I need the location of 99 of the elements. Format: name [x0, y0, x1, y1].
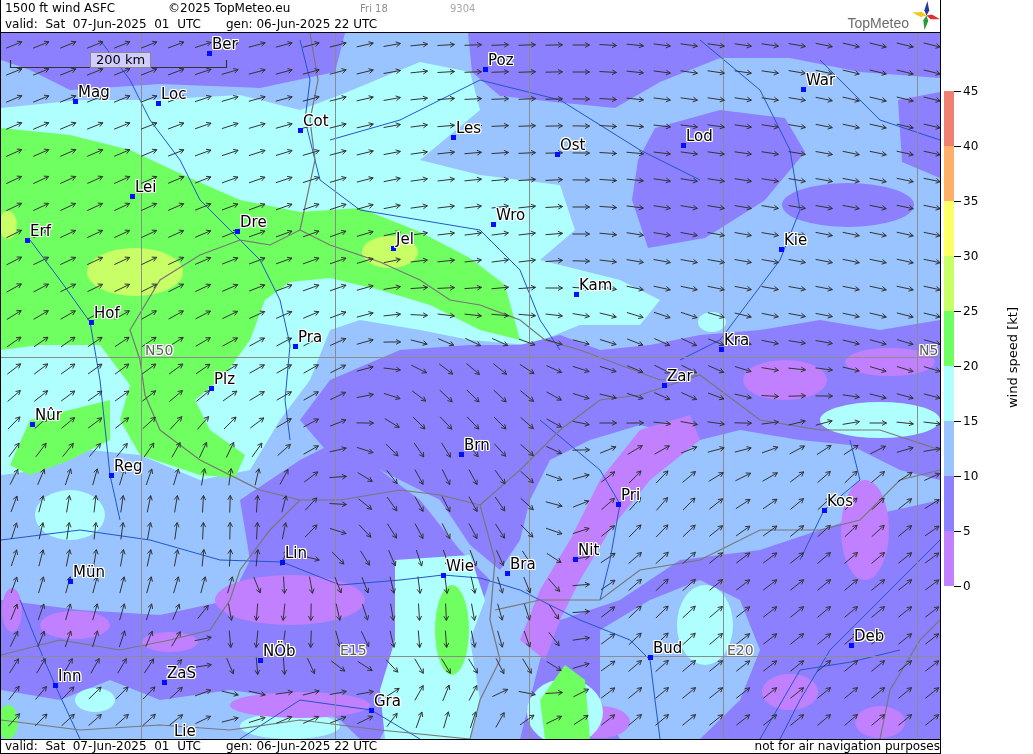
- city-marker-icon: [369, 708, 374, 713]
- city-label: Nit: [578, 544, 600, 557]
- city-marker-icon: [491, 222, 496, 227]
- tick-label: 45: [963, 84, 979, 98]
- valid-time-text: valid: Sat 07-Jun-2025 01 UTC: [5, 740, 202, 753]
- city-label: Lei: [135, 181, 157, 194]
- city-marker-icon: [235, 229, 240, 234]
- city-marker-icon: [451, 135, 456, 140]
- scale-label: 200 km: [90, 52, 152, 68]
- tick-label: 40: [963, 139, 979, 153]
- tick-label: 10: [963, 469, 979, 483]
- city-label: Kie: [784, 234, 808, 247]
- city-label: Reg: [114, 460, 143, 473]
- city-label: Kos: [827, 495, 854, 508]
- grid-label: N5: [919, 344, 939, 357]
- city-marker-icon: [779, 247, 784, 252]
- city-label: Les: [456, 122, 482, 135]
- city-marker-icon: [156, 101, 161, 106]
- city-label: Ost: [560, 139, 586, 152]
- tick-label: 15: [963, 414, 979, 428]
- city-label: Mag: [78, 86, 110, 99]
- city-marker-icon: [293, 344, 298, 349]
- city-marker-icon: [505, 571, 510, 576]
- city-marker-icon: [822, 508, 827, 513]
- city-marker-icon: [441, 573, 446, 578]
- city-marker-icon: [298, 128, 303, 133]
- city-label: Lod: [686, 130, 713, 143]
- city-label: War: [806, 74, 836, 87]
- city-marker-icon: [616, 502, 621, 507]
- logo-text: TopMeteo: [847, 15, 909, 31]
- grid-label: N50: [145, 344, 174, 357]
- city-label: Erf: [30, 225, 51, 238]
- city-label: Kra: [724, 334, 750, 347]
- city-label: Bud: [653, 642, 683, 655]
- city-marker-icon: [483, 67, 488, 72]
- city-marker-icon: [648, 655, 653, 660]
- valid-time-text: valid: Sat 07-Jun-2025 01 UTC: [5, 16, 202, 32]
- city-marker-icon: [109, 473, 114, 478]
- city-marker-icon: [30, 422, 35, 427]
- run-label: Fri 18: [360, 2, 389, 16]
- city-label: ZaS: [167, 667, 196, 680]
- city-label: Gra: [374, 695, 401, 708]
- city-marker-icon: [162, 680, 167, 685]
- city-label: Cot: [303, 115, 329, 128]
- city-marker-icon: [849, 643, 854, 648]
- disclaimer-text: not for air navigation purposes: [754, 740, 940, 753]
- city-marker-icon: [719, 347, 724, 352]
- tick-label: 20: [963, 359, 979, 373]
- city-label: Ber: [212, 38, 238, 51]
- code-text: 9304: [450, 2, 476, 16]
- city-marker-icon: [391, 246, 396, 251]
- tick-label: 30: [963, 249, 979, 263]
- copyright-text: ©2025 TopMeteo.eu: [168, 0, 292, 16]
- city-label: Hof: [94, 307, 120, 320]
- tick-label: 5: [963, 524, 971, 538]
- city-label: Pri: [621, 489, 641, 502]
- city-marker-icon: [574, 292, 579, 297]
- city-marker-icon: [68, 579, 73, 584]
- grid-label: E20: [727, 644, 754, 657]
- city-label: Pra: [298, 331, 323, 344]
- city-marker-icon: [25, 238, 30, 243]
- city-marker-icon: [280, 560, 285, 565]
- city-marker-icon: [130, 194, 135, 199]
- city-label: Inn: [58, 670, 82, 683]
- city-marker-icon: [573, 557, 578, 562]
- city-label: Brn: [464, 439, 490, 452]
- city-marker-icon: [258, 658, 263, 663]
- city-label: Wie: [446, 560, 474, 573]
- city-label: Poz: [488, 54, 514, 67]
- city-label: Mün: [73, 566, 105, 579]
- city-marker-icon: [801, 87, 806, 92]
- legend-title: wind speed [kt]: [1005, 307, 1021, 409]
- city-label: Dre: [240, 216, 267, 229]
- city-marker-icon: [459, 452, 464, 457]
- city-label: Kam: [579, 279, 613, 292]
- city-label: Bra: [510, 558, 536, 571]
- city-marker-icon: [89, 320, 94, 325]
- city-marker-icon: [681, 143, 686, 148]
- city-label: Lin: [285, 547, 308, 560]
- city-label: Lie: [174, 725, 196, 738]
- city-marker-icon: [73, 99, 78, 104]
- city-label: Plz: [214, 373, 236, 386]
- city-marker-icon: [555, 152, 560, 157]
- compass-star-icon: [911, 1, 940, 30]
- tick-label: 25: [963, 304, 979, 318]
- city-marker-icon: [209, 386, 214, 391]
- tick-label: 35: [963, 194, 979, 208]
- map-title: 1500 ft wind ASFC: [5, 0, 117, 16]
- city-label: Loc: [161, 88, 187, 101]
- tick-label: 0: [963, 579, 971, 593]
- city-label: Zar: [667, 370, 693, 383]
- city-label: Jel: [396, 233, 414, 246]
- city-marker-icon: [53, 683, 58, 688]
- city-label: Wro: [496, 209, 526, 222]
- generated-time-text: gen: 06-Jun-2025 22 UTC: [226, 16, 378, 32]
- city-marker-icon: [662, 383, 667, 388]
- grid-label: E15: [340, 644, 367, 657]
- generated-time-text: gen: 06-Jun-2025 22 UTC: [226, 740, 378, 753]
- city-marker-icon: [207, 51, 212, 56]
